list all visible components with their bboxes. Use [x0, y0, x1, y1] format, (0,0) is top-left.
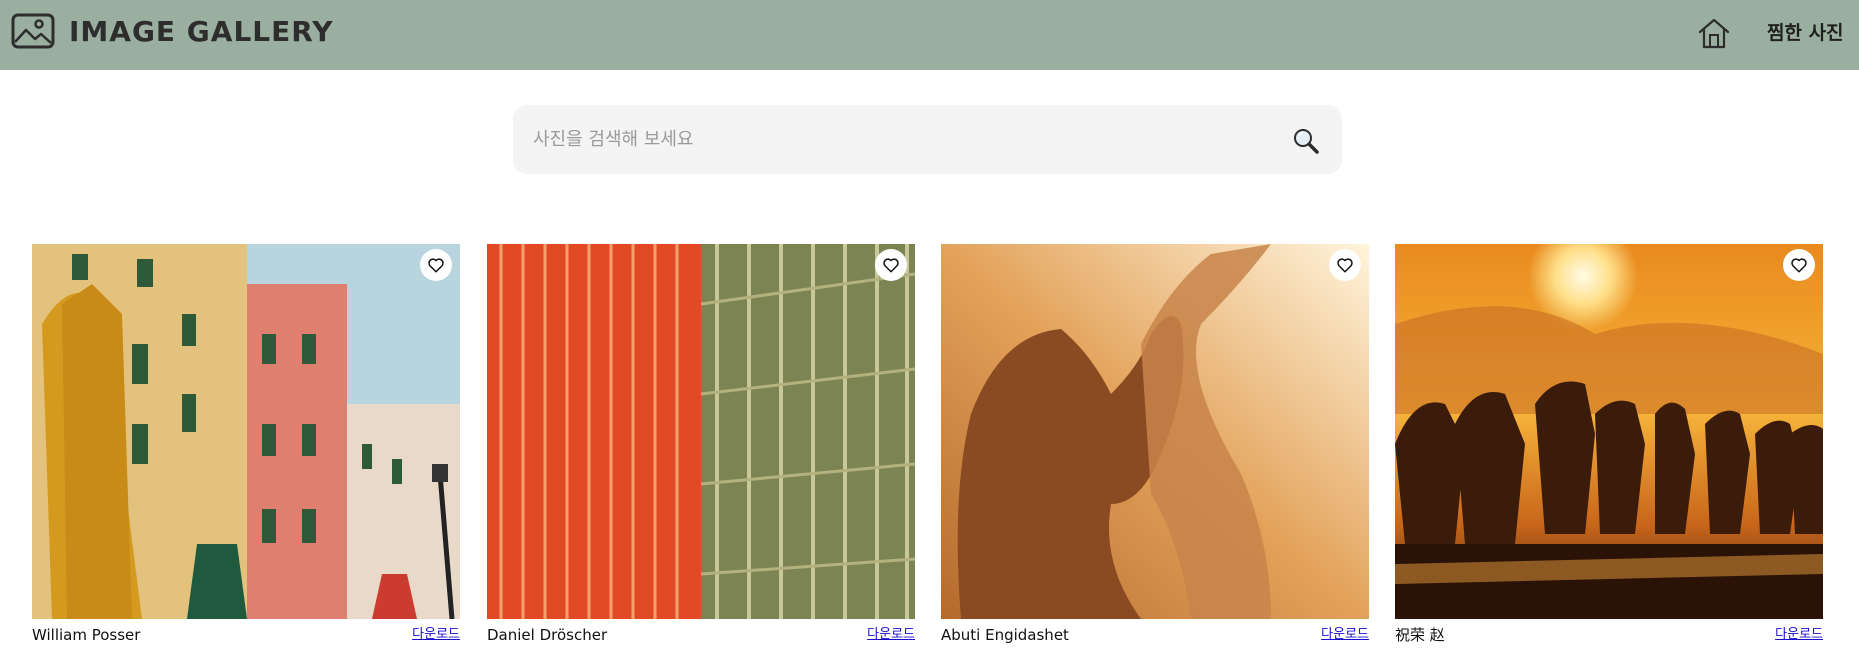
- download-link[interactable]: 다운로드: [1321, 625, 1369, 645]
- download-link[interactable]: 다운로드: [412, 625, 460, 645]
- photo-author: Daniel Dröscher: [487, 626, 608, 644]
- like-button[interactable]: [1329, 249, 1361, 281]
- photo-author: William Posser: [32, 626, 141, 644]
- gallery-photo[interactable]: [941, 244, 1369, 619]
- heart-icon: [1337, 258, 1353, 273]
- gallery-card: William Posser 다운로드: [32, 244, 460, 654]
- image-icon[interactable]: [11, 13, 55, 49]
- download-link[interactable]: 다운로드: [867, 625, 915, 645]
- liked-photos-link[interactable]: 찜한 사진: [1767, 20, 1844, 46]
- home-icon[interactable]: [1697, 16, 1731, 50]
- gallery-photo[interactable]: [1395, 244, 1823, 619]
- gallery-card: Daniel Dröscher 다운로드: [487, 244, 915, 654]
- site-title[interactable]: IMAGE GALLERY: [69, 14, 334, 50]
- gallery-photo[interactable]: [487, 244, 915, 619]
- heart-icon: [883, 258, 899, 273]
- heart-icon: [1791, 258, 1807, 273]
- gallery-card: 祝荣 赵 다운로드: [1395, 244, 1823, 654]
- like-button[interactable]: [875, 249, 907, 281]
- search-bar: [513, 105, 1342, 174]
- gallery-photo[interactable]: [32, 244, 460, 619]
- header: IMAGE GALLERY 찜한 사진: [0, 0, 1859, 70]
- photo-author: 祝荣 赵: [1395, 626, 1445, 644]
- like-button[interactable]: [1783, 249, 1815, 281]
- download-link[interactable]: 다운로드: [1775, 625, 1823, 645]
- like-button[interactable]: [420, 249, 452, 281]
- gallery-card: Abuti Engidashet 다운로드: [941, 244, 1369, 654]
- heart-icon: [428, 258, 444, 273]
- search-input[interactable]: [531, 105, 1271, 174]
- photo-author: Abuti Engidashet: [941, 626, 1069, 644]
- magnifier-icon[interactable]: [1292, 127, 1320, 155]
